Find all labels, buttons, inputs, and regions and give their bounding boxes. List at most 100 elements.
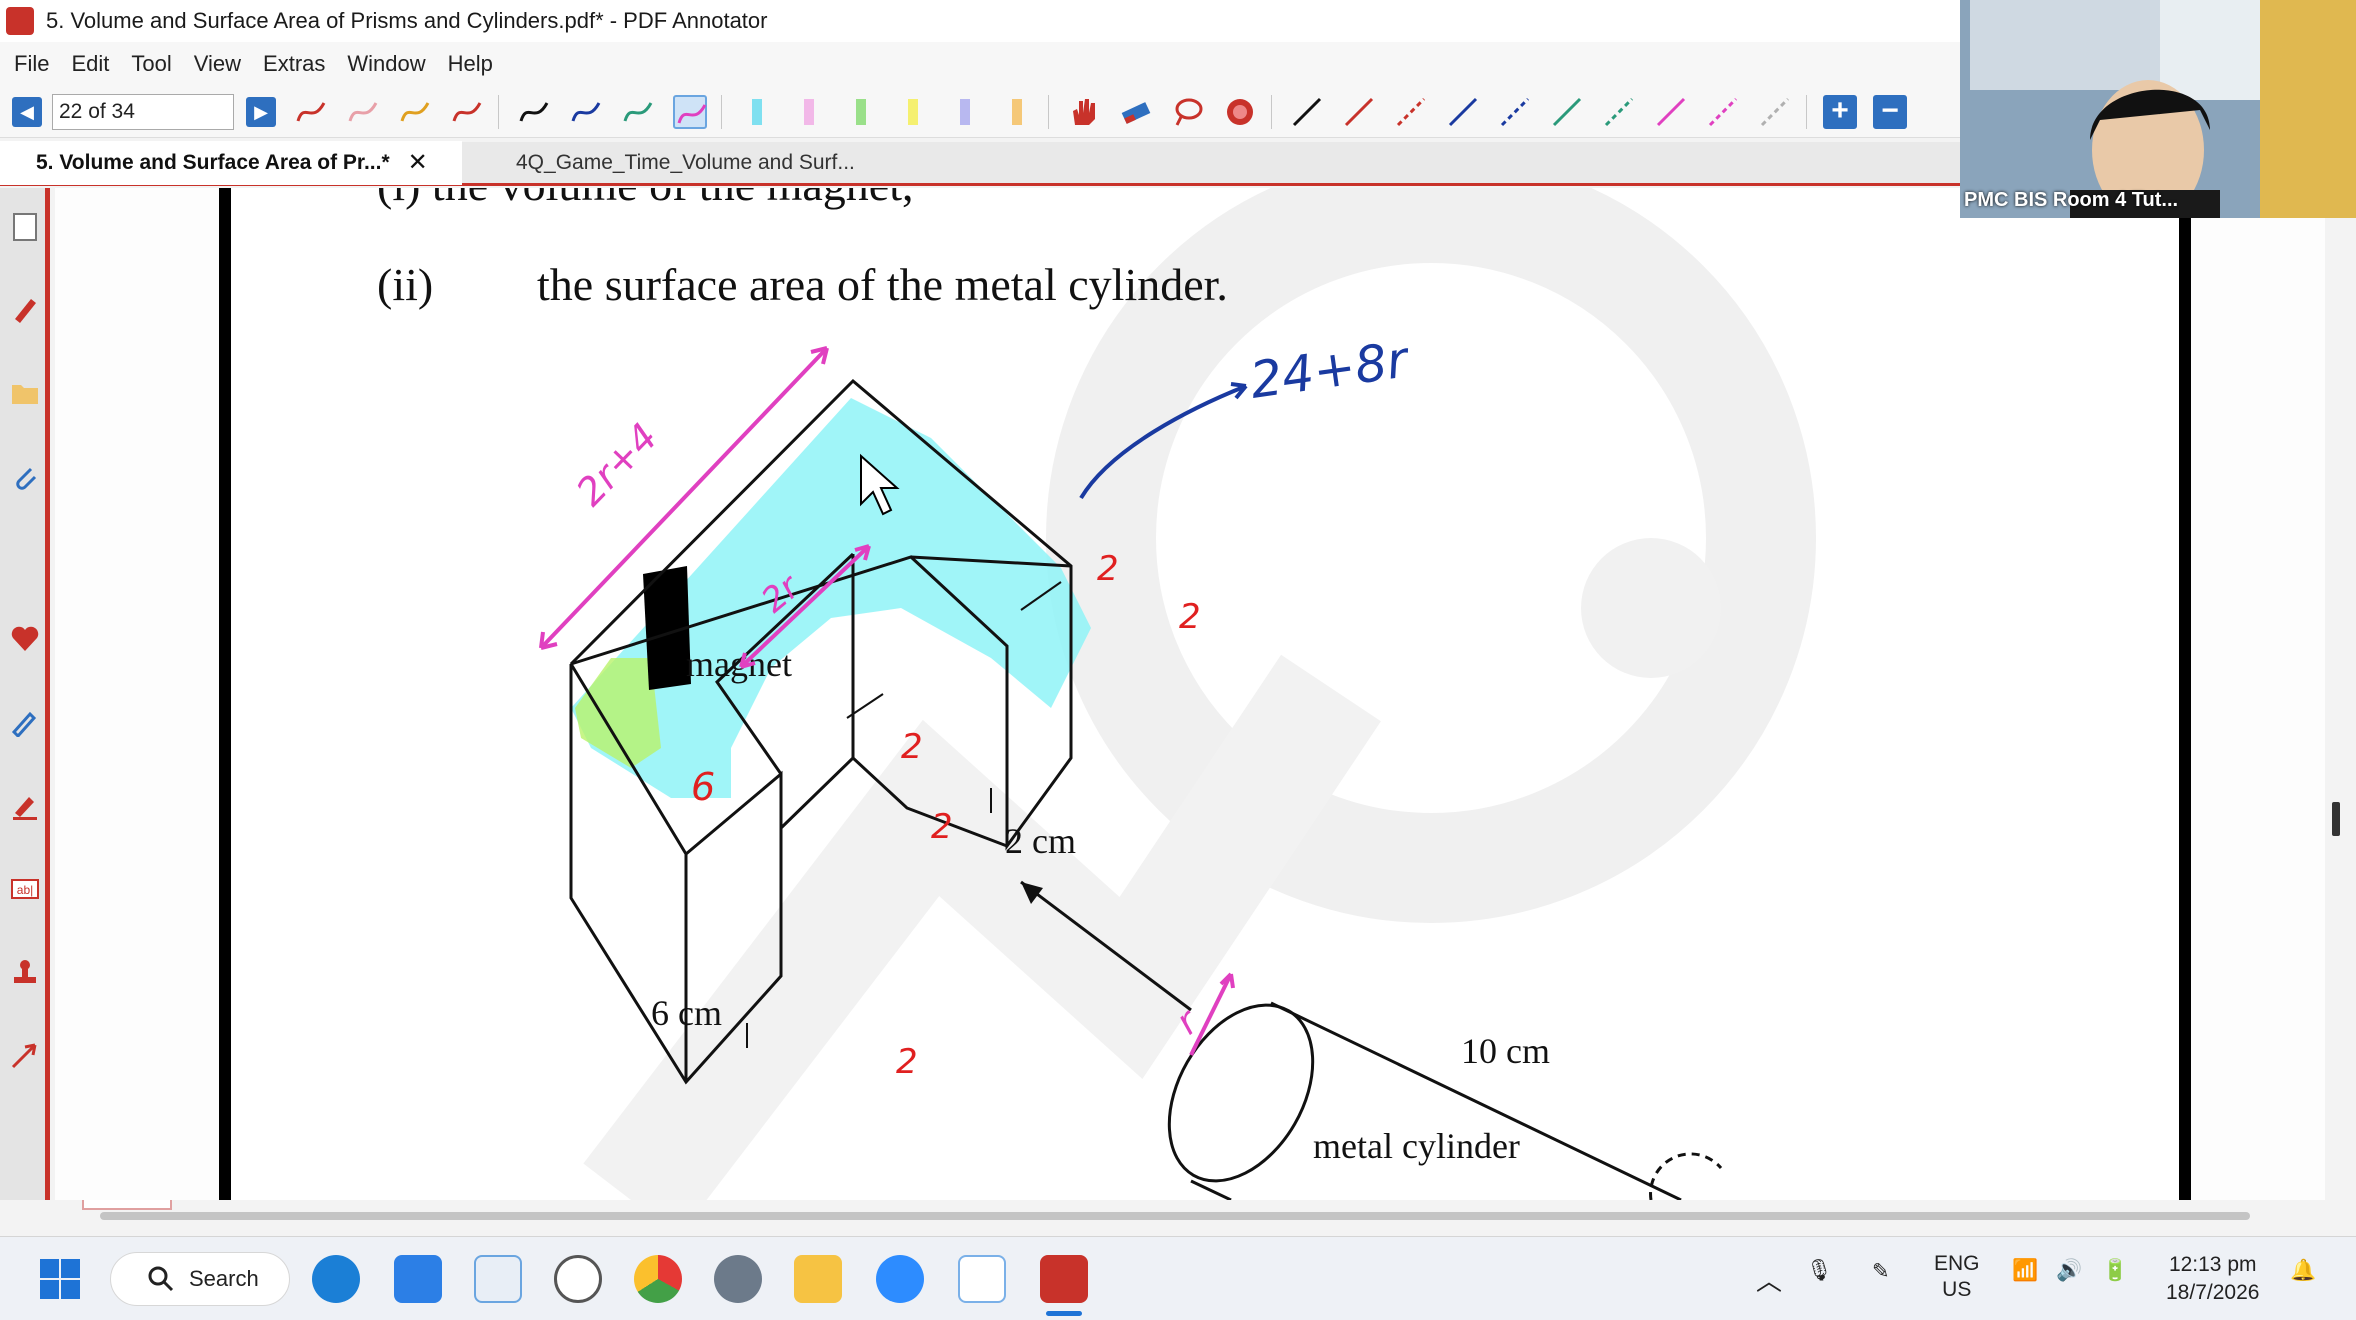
menu-tool[interactable]: Tool bbox=[131, 51, 171, 77]
heart-icon[interactable] bbox=[8, 622, 42, 656]
tab-volume-surface-area[interactable]: 5. Volume and Surface Area of Pr...* ✕ bbox=[0, 140, 462, 185]
pen-icon[interactable] bbox=[8, 292, 42, 326]
tab-label: 4Q_Game_Time_Volume and Surf... bbox=[516, 150, 855, 174]
pen-tool-black[interactable] bbox=[517, 95, 551, 129]
pen-tool-red-2[interactable] bbox=[450, 95, 484, 129]
file-explorer-icon[interactable] bbox=[794, 1255, 842, 1303]
menu-edit[interactable]: Edit bbox=[71, 51, 109, 77]
tab-label: 5. Volume and Surface Area of Pr...* bbox=[36, 150, 390, 174]
toolbar-separator bbox=[1806, 94, 1807, 129]
chevron-up-icon[interactable]: ︿ bbox=[1756, 1261, 1782, 1298]
lasso-icon[interactable] bbox=[1171, 95, 1205, 129]
line-tool-grey-dashed[interactable] bbox=[1758, 95, 1792, 129]
menu-help[interactable]: Help bbox=[448, 51, 493, 77]
menu-view[interactable]: View bbox=[194, 51, 241, 77]
stamp-icon[interactable] bbox=[8, 956, 42, 990]
page-left-edge bbox=[219, 188, 231, 1200]
pdf-page[interactable]: (i) the volume of the magnet, (ii) the s… bbox=[231, 188, 2179, 1200]
notification-icon[interactable]: 🔔 bbox=[2290, 1259, 2316, 1283]
zoom-in-button[interactable]: + bbox=[1823, 94, 1857, 129]
menu-extras[interactable]: Extras bbox=[263, 51, 325, 77]
close-icon[interactable]: ✕ bbox=[408, 148, 428, 177]
pen-tray-icon[interactable]: ✎ bbox=[1872, 1259, 1890, 1284]
dropbox-icon[interactable] bbox=[394, 1255, 442, 1303]
folder-icon[interactable] bbox=[8, 376, 42, 410]
pen-tool-red[interactable] bbox=[294, 95, 328, 129]
compass-app-icon[interactable] bbox=[714, 1255, 762, 1303]
highlighter-orange[interactable] bbox=[1000, 95, 1034, 129]
pdf-annotator-app-icon bbox=[6, 7, 34, 35]
toolbar-separator bbox=[1048, 94, 1049, 129]
tab-game-time[interactable]: 4Q_Game_Time_Volume and Surf... bbox=[462, 141, 871, 185]
page-number-field[interactable]: 22 of 34 bbox=[52, 93, 234, 130]
pen-tool-magenta[interactable] bbox=[673, 94, 707, 129]
pen-tool-pink[interactable] bbox=[346, 95, 380, 129]
microphone-icon[interactable]: 🎙 bbox=[1806, 1259, 1833, 1283]
horizontal-scrollbar[interactable] bbox=[100, 1212, 2250, 1220]
highlighter-violet[interactable] bbox=[948, 95, 982, 129]
date-text: 18/7/2026 bbox=[2166, 1281, 2260, 1304]
document-tab-bar: 5. Volume and Surface Area of Pr...* ✕ 4… bbox=[0, 140, 1960, 186]
paperclip-icon[interactable] bbox=[8, 460, 42, 494]
language-code: ENG bbox=[1934, 1252, 1980, 1275]
chrome-icon[interactable] bbox=[634, 1255, 682, 1303]
pen-tool-green[interactable] bbox=[621, 95, 655, 129]
menu-file[interactable]: File bbox=[14, 51, 49, 77]
edge-browser-icon[interactable] bbox=[312, 1255, 360, 1303]
next-page-button[interactable]: ▶ bbox=[246, 96, 276, 127]
document-viewer[interactable]: (i) the volume of the magnet, (ii) the s… bbox=[55, 188, 2325, 1200]
hand-icon[interactable] bbox=[1067, 95, 1101, 129]
windows-start-icon[interactable] bbox=[36, 1255, 84, 1303]
clock[interactable]: 12:13 pm 18/7/2026 bbox=[2166, 1251, 2259, 1307]
dim-6cm: 6 cm bbox=[651, 993, 722, 1033]
edit-pen-icon[interactable] bbox=[8, 704, 42, 738]
webcam-video-frame bbox=[1960, 0, 2356, 218]
line-tool-blue[interactable] bbox=[1446, 95, 1480, 129]
magnet-diagram: magnet 2 cm 6 cm 10 cm metal cylinder 2r… bbox=[539, 330, 1723, 1200]
page-thumbnail-icon[interactable] bbox=[8, 210, 42, 244]
language-indicator[interactable]: ENG US bbox=[1934, 1251, 1980, 1303]
line-tool-green[interactable] bbox=[1550, 95, 1584, 129]
annotation-two: 2 bbox=[901, 727, 923, 767]
battery-icon[interactable]: 🔋 bbox=[2102, 1259, 2128, 1283]
arrow-icon[interactable] bbox=[8, 1038, 42, 1072]
wifi-icon[interactable]: 📶 bbox=[2012, 1259, 2038, 1283]
line-tool-green-dashed[interactable] bbox=[1602, 95, 1636, 129]
highlighter-icon[interactable] bbox=[8, 788, 42, 822]
record-icon[interactable] bbox=[1223, 95, 1257, 129]
line-tool-magenta[interactable] bbox=[1654, 95, 1688, 129]
pen-tool-orange[interactable] bbox=[398, 95, 432, 129]
toolbar-separator bbox=[498, 94, 499, 129]
pdf-annotator-taskbar-icon[interactable] bbox=[1040, 1255, 1088, 1303]
line-tool-red[interactable] bbox=[1342, 95, 1376, 129]
highlighter-green[interactable] bbox=[844, 95, 878, 129]
text-box-icon[interactable]: ab| bbox=[8, 872, 42, 906]
whiteboard-icon[interactable] bbox=[958, 1255, 1006, 1303]
snipping-tool-icon[interactable] bbox=[474, 1255, 522, 1303]
pointer-arrowhead bbox=[1021, 882, 1043, 904]
vertical-scrollbar-thumb[interactable] bbox=[2332, 802, 2340, 836]
pen-tool-blue[interactable] bbox=[569, 95, 603, 129]
previous-page-button[interactable]: ◀ bbox=[12, 96, 42, 127]
window-title: 5. Volume and Surface Area of Prisms and… bbox=[46, 8, 768, 33]
highlighter-pink[interactable] bbox=[792, 95, 826, 129]
line-tool-magenta-dashed[interactable] bbox=[1706, 95, 1740, 129]
active-app-indicator bbox=[1046, 1311, 1082, 1316]
pointer-arrow-line bbox=[1020, 880, 1192, 1012]
line-tool-black[interactable] bbox=[1290, 95, 1324, 129]
taskbar-search-box[interactable]: Search bbox=[110, 1252, 290, 1306]
volume-icon[interactable]: 🔊 bbox=[2056, 1259, 2082, 1283]
clock-app-icon[interactable] bbox=[554, 1255, 602, 1303]
magnet-label: magnet bbox=[686, 644, 792, 684]
annotation-2r-plus-4: 2r+4 bbox=[568, 415, 666, 514]
taskbar: Search ︿ 🎙 ✎ ENG US 📶 🔊 🔋 12:13 pm 18/7/… bbox=[0, 1236, 2356, 1320]
highlighter-yellow[interactable] bbox=[896, 95, 930, 129]
zoom-out-button[interactable]: − bbox=[1873, 94, 1907, 129]
webcam-overlay[interactable]: PMC BIS Room 4 Tut... bbox=[1960, 0, 2356, 218]
zoom-app-icon[interactable] bbox=[876, 1255, 924, 1303]
line-tool-red-dashed[interactable] bbox=[1394, 95, 1428, 129]
highlighter-cyan[interactable] bbox=[740, 95, 774, 129]
eraser-icon[interactable] bbox=[1119, 95, 1153, 129]
line-tool-blue-dashed[interactable] bbox=[1498, 95, 1532, 129]
menu-window[interactable]: Window bbox=[347, 51, 425, 77]
